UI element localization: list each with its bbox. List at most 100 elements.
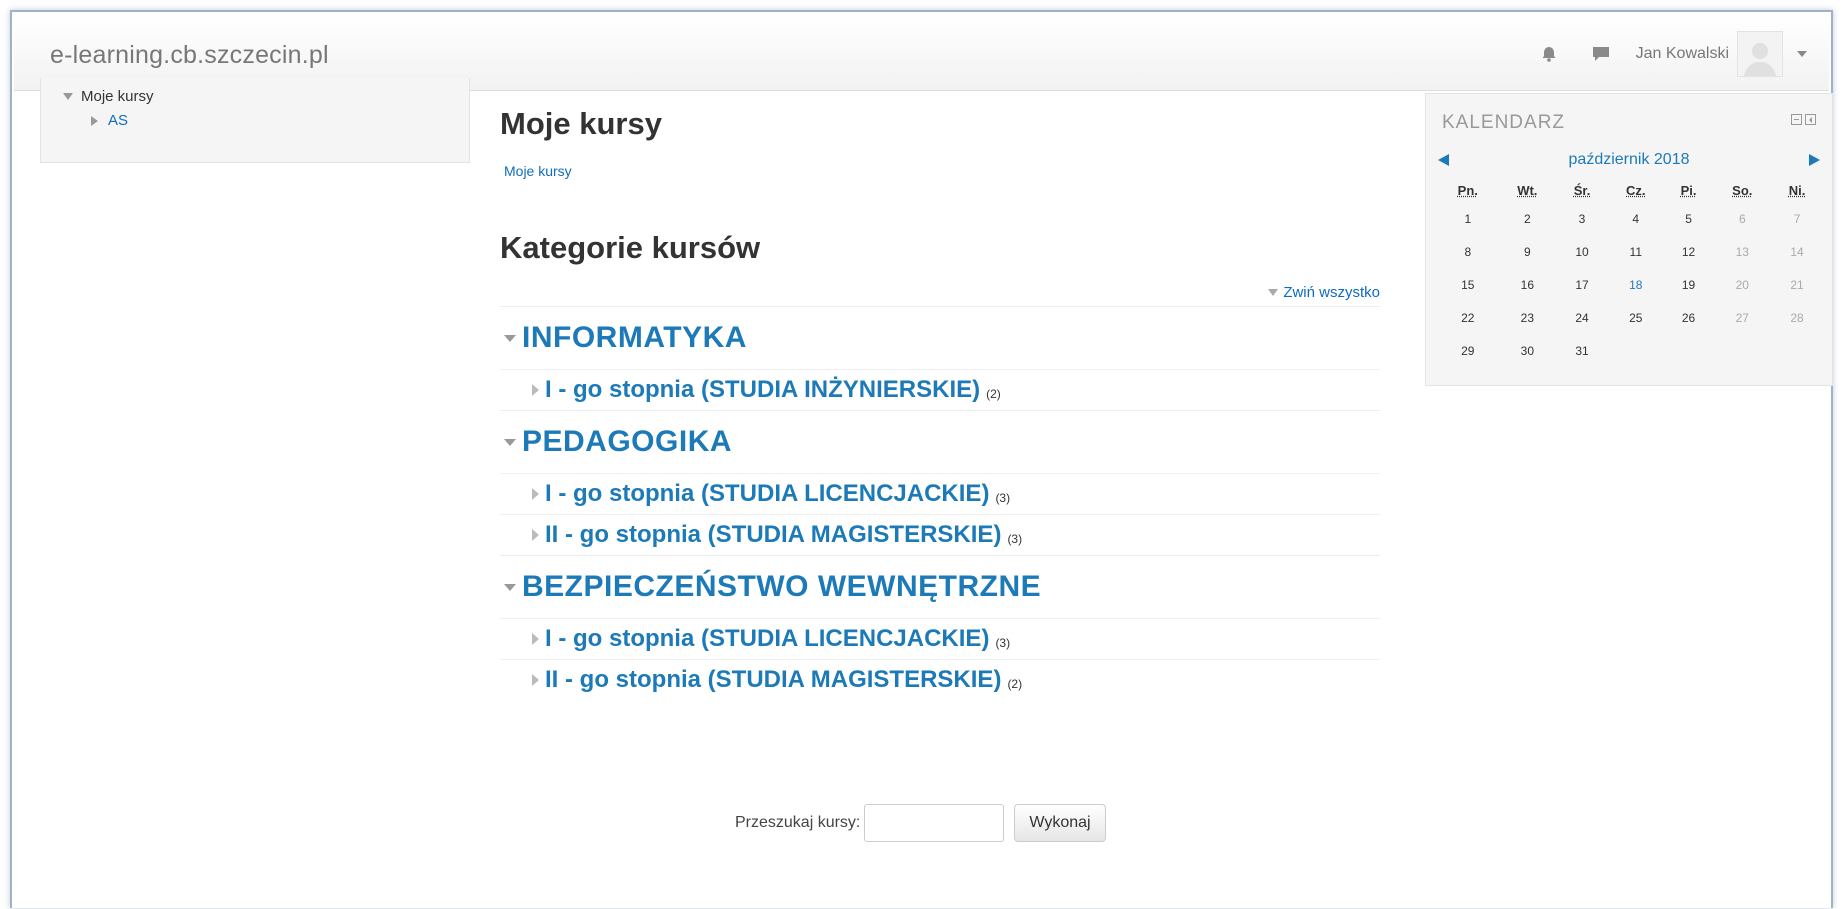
notifications-bell-icon[interactable]	[1532, 37, 1566, 71]
dock-icon[interactable]	[1805, 114, 1816, 125]
course-search-form: Przeszukaj kursy: Wykonaj	[735, 804, 1106, 842]
week-row: 22 23 24 25 26 27 28	[1438, 301, 1822, 334]
site-brand-link[interactable]: e-learning.cb.szczecin.pl	[50, 41, 329, 70]
weekday-header: Pi.	[1680, 182, 1697, 198]
today-cell[interactable]: 18	[1607, 268, 1665, 301]
category-header: BEZPIECZEŃSTWO WEWNĘTRZNE	[500, 556, 1380, 618]
category-pedagogika: PEDAGOGIKA I - go stopnia (STUDIA LICENC…	[500, 410, 1380, 555]
weekday-header: Śr.	[1573, 182, 1591, 198]
day-cell[interactable]: 20	[1713, 268, 1773, 301]
search-submit-button[interactable]: Wykonaj	[1014, 804, 1106, 842]
day-cell[interactable]: 10	[1557, 235, 1607, 268]
tree-item-moje-kursy[interactable]: Moje kursy	[63, 88, 154, 105]
navigation-block: Moje kursy AS	[40, 78, 470, 163]
minimize-icon[interactable]	[1791, 114, 1802, 125]
day-cell[interactable]: 9	[1498, 235, 1558, 268]
course-count: (3)	[1007, 532, 1023, 546]
categories-title: Kategorie kursów	[500, 230, 761, 265]
weekday-row: Pn. Wt. Śr. Cz. Pi. So. Ni.	[1438, 178, 1822, 202]
category-header: INFORMATYKA	[500, 307, 1380, 369]
category-bezpieczenstwo-wewnetrzne: BEZPIECZEŃSTWO WEWNĘTRZNE I - go stopnia…	[500, 555, 1380, 700]
category-informatyka: INFORMATYKA I - go stopnia (STUDIA INŻYN…	[500, 306, 1380, 410]
day-cell	[1713, 334, 1773, 367]
subcategory-name[interactable]: I - go stopnia (STUDIA LICENCJACKIE)	[545, 480, 989, 508]
block-controls	[1788, 114, 1816, 125]
day-cell[interactable]: 23	[1498, 301, 1558, 334]
day-cell[interactable]: 8	[1438, 235, 1498, 268]
day-cell[interactable]: 15	[1438, 268, 1498, 301]
collapse-triangle-icon	[1268, 289, 1279, 296]
day-cell[interactable]: 30	[1498, 334, 1558, 367]
expanded-triangle-icon[interactable]	[504, 334, 516, 342]
week-row: 8 9 10 11 12 13 14	[1438, 235, 1822, 268]
avatar[interactable]	[1737, 31, 1783, 77]
messages-chat-icon[interactable]	[1584, 37, 1618, 71]
search-label: Przeszukaj kursy:	[735, 814, 861, 831]
category-list: INFORMATYKA I - go stopnia (STUDIA INŻYN…	[500, 306, 1380, 700]
category-name[interactable]: PEDAGOGIKA	[522, 425, 732, 459]
collapsed-triangle-icon	[91, 115, 98, 126]
day-cell[interactable]: 28	[1772, 301, 1822, 334]
tree-item-as[interactable]: AS	[91, 112, 128, 129]
calendar-nav: październik 2018	[1438, 148, 1820, 172]
subcategory-name[interactable]: II - go stopnia (STUDIA MAGISTERSKIE)	[545, 521, 1001, 549]
calendar-block: KALENDARZ październik 2018 Pn. Wt. Śr. C…	[1425, 93, 1833, 386]
day-cell[interactable]: 1	[1438, 202, 1498, 235]
subcategory-row: I - go stopnia (STUDIA LICENCJACKIE) (3)	[500, 473, 1380, 514]
day-cell[interactable]: 17	[1557, 268, 1607, 301]
day-cell[interactable]: 13	[1713, 235, 1773, 268]
weekday-header: Cz.	[1626, 182, 1646, 198]
collapsed-triangle-icon[interactable]	[532, 633, 539, 645]
day-cell[interactable]: 26	[1665, 301, 1713, 334]
category-header: PEDAGOGIKA	[500, 411, 1380, 473]
day-cell[interactable]: 31	[1557, 334, 1607, 367]
subcategory-name[interactable]: II - go stopnia (STUDIA MAGISTERSKIE)	[545, 666, 1001, 694]
day-cell[interactable]: 22	[1438, 301, 1498, 334]
day-cell[interactable]: 14	[1772, 235, 1822, 268]
collapsed-triangle-icon[interactable]	[532, 529, 539, 541]
calendar-title: KALENDARZ	[1442, 112, 1566, 133]
collapse-all-label: Zwiń wszystko	[1283, 284, 1380, 301]
user-name[interactable]: Jan Kowalski	[1636, 45, 1729, 63]
category-name[interactable]: INFORMATYKA	[522, 321, 747, 355]
week-row: 15 16 17 18 19 20 21	[1438, 268, 1822, 301]
day-cell[interactable]: 4	[1607, 202, 1665, 235]
category-name[interactable]: BEZPIECZEŃSTWO WEWNĘTRZNE	[522, 570, 1041, 604]
day-cell[interactable]: 25	[1607, 301, 1665, 334]
day-cell[interactable]: 11	[1607, 235, 1665, 268]
day-cell[interactable]: 3	[1557, 202, 1607, 235]
search-input[interactable]	[864, 804, 1005, 842]
subcategory-name[interactable]: I - go stopnia (STUDIA INŻYNIERSKIE)	[545, 376, 980, 404]
page-title: Moje kursy	[500, 106, 662, 141]
course-count: (3)	[995, 491, 1011, 505]
day-cell[interactable]: 29	[1438, 334, 1498, 367]
day-cell[interactable]: 6	[1713, 202, 1773, 235]
collapse-all-link[interactable]: Zwiń wszystko	[1268, 284, 1380, 301]
day-cell[interactable]: 21	[1772, 268, 1822, 301]
day-cell[interactable]: 7	[1772, 202, 1822, 235]
subcategory-row: I - go stopnia (STUDIA INŻYNIERSKIE) (2)	[500, 369, 1380, 410]
day-cell[interactable]: 16	[1498, 268, 1558, 301]
expanded-triangle-icon[interactable]	[504, 583, 516, 591]
day-cell[interactable]: 24	[1557, 301, 1607, 334]
subcategory-name[interactable]: I - go stopnia (STUDIA LICENCJACKIE)	[545, 625, 989, 653]
week-row: 29 30 31	[1438, 334, 1822, 367]
week-row: 1 2 3 4 5 6 7	[1438, 202, 1822, 235]
collapsed-triangle-icon[interactable]	[532, 674, 539, 686]
month-link[interactable]: październik 2018	[1569, 151, 1690, 169]
collapsed-triangle-icon[interactable]	[532, 488, 539, 500]
tree-item-label[interactable]: AS	[108, 112, 128, 129]
breadcrumb[interactable]: Moje kursy	[504, 163, 572, 179]
day-cell[interactable]: 12	[1665, 235, 1713, 268]
prev-month-icon[interactable]	[1438, 154, 1449, 166]
chevron-down-icon[interactable]	[1797, 51, 1807, 57]
day-cell[interactable]: 27	[1713, 301, 1773, 334]
day-cell[interactable]: 2	[1498, 202, 1558, 235]
expanded-triangle-icon[interactable]	[504, 438, 516, 446]
collapsed-triangle-icon[interactable]	[532, 384, 539, 396]
day-cell[interactable]: 19	[1665, 268, 1713, 301]
course-count: (2)	[986, 387, 1001, 401]
day-cell[interactable]: 5	[1665, 202, 1713, 235]
day-cell	[1772, 334, 1822, 367]
next-month-icon[interactable]	[1809, 154, 1820, 166]
